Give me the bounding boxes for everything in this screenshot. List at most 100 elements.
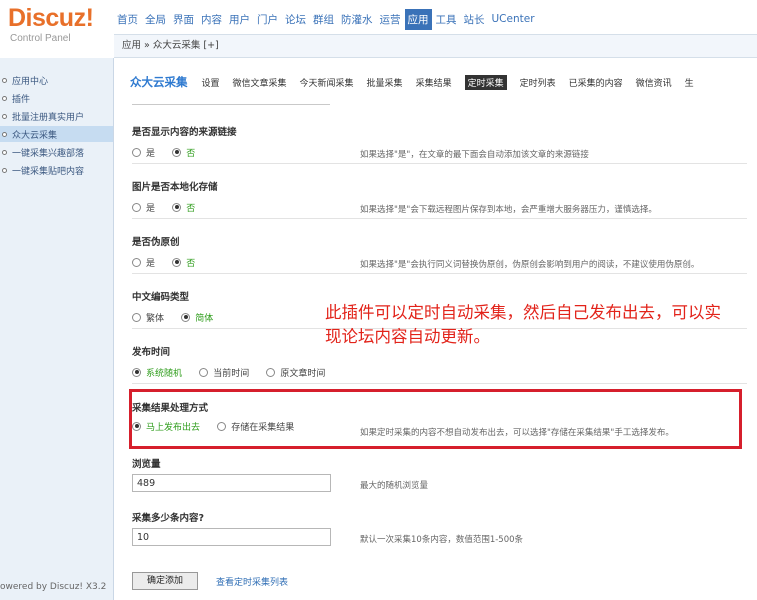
nav-operations[interactable]: 运营 [377,9,404,30]
bullet-icon [2,131,7,137]
encoding-title: 中文编码类型 [132,292,190,303]
nav-ucenter[interactable]: UCenter [489,10,538,28]
radio-label: 原文章时间 [280,368,326,379]
radio-icon [132,312,141,322]
divider [132,104,330,105]
bullet-icon [2,95,7,101]
nav-anti-spam[interactable]: 防灌水 [338,9,376,30]
publish-time-row: 系统随机 当前时间 原文章时间 [132,360,747,384]
nav-users[interactable]: 用户 [226,9,253,30]
breadcrumb: 应用 » 众大云采集 [+] [114,34,757,58]
sidebar-item-label: 批量注册真实用户 [12,112,85,123]
tab-batch-collect[interactable]: 批量采集 [367,76,403,89]
views-input[interactable]: 489 [132,474,331,492]
sidebar-item-label: 一键采集贴吧内容 [12,166,85,177]
radio-label: 当前时间 [213,368,250,379]
view-scheduled-list-link[interactable]: 查看定时采集列表 [216,575,288,588]
count-hint: 默认一次采集10条内容，数值范围1-500条 [360,535,524,545]
radio-checked-icon [132,367,141,377]
nav-portal[interactable]: 门户 [254,9,281,30]
radio-label: 否 [186,258,196,269]
radio-icon [132,257,141,267]
sidebar-item-label: 众大云采集 [12,130,58,141]
tab-zhongda-collect[interactable]: 众大云采集 [130,74,188,90]
sidebar-item-app-center[interactable]: 应用中心 [0,72,113,88]
nav-home[interactable]: 首页 [114,9,141,30]
nav-interface[interactable]: 界面 [170,9,197,30]
radio-original-time[interactable]: 原文章时间 [266,360,325,384]
radio-label: 繁体 [146,313,165,324]
radio-current-time[interactable]: 当前时间 [199,360,249,384]
radio-random-time[interactable]: 系统随机 [132,360,182,384]
bullet-icon [2,167,7,173]
nav-admin[interactable]: 站长 [461,9,488,30]
radio-source-link-no[interactable]: 否 [172,140,195,164]
logo: Discuz! Control Panel [0,0,114,56]
bullet-icon [2,77,7,83]
nav-apps[interactable]: 应用 [404,8,432,30]
sidebar-item-label: 插件 [12,94,31,105]
radio-label: 系统随机 [146,368,183,379]
sidebar-item-label: 应用中心 [12,76,49,87]
annotation-text: 此插件可以定时自动采集，然后自己发布出去，可以实现论坛内容自动更新。 [325,303,721,346]
count-input[interactable]: 10 [132,528,331,546]
sidebar-item-label: 一键采集兴趣部落 [12,148,85,159]
tab-collect-results[interactable]: 采集结果 [416,76,452,89]
radio-label: 否 [186,148,196,159]
tab-scheduled-collect[interactable]: 定时采集 [464,74,507,90]
tab-news-collect[interactable]: 今天新闻采集 [300,76,354,89]
sub-tabs: 众大云采集 设置 微信文章采集 今天新闻采集 批量采集 采集结果 定时采集 定时… [130,74,707,90]
sidebar-item-zhongda-collect[interactable]: 众大云采集 [0,126,113,142]
radio-icon [132,147,141,157]
sidebar-item-collect-tribe[interactable]: 一键采集兴趣部落 [0,144,113,160]
source-link-title: 是否显示内容的来源链接 [132,127,237,138]
radio-pseudo-no[interactable]: 否 [172,250,195,274]
radio-label: 是 [146,148,156,159]
radio-simplified[interactable]: 简体 [181,305,213,329]
sidebar-item-batch-register[interactable]: 批量注册真实用户 [0,108,113,124]
radio-label: 是 [146,203,156,214]
radio-pseudo-yes[interactable]: 是 [132,250,155,274]
radio-traditional[interactable]: 繁体 [132,305,164,329]
top-nav: 首页 全局 界面 内容 用户 门户 论坛 群组 防灌水 运营 应用 工具 站长 … [114,4,757,34]
main-content: 众大云采集 设置 微信文章采集 今天新闻采集 批量采集 采集结果 定时采集 定时… [114,58,757,600]
tab-wechat-news[interactable]: 微信资讯 [636,76,672,89]
radio-checked-icon [172,147,182,157]
radio-localize-no[interactable]: 否 [172,195,195,219]
radio-checked-icon [181,312,191,322]
highlight-box [129,389,742,449]
powered-by: owered by Discuz! X3.2 [0,582,107,592]
submit-button[interactable]: 确定添加 [132,572,198,590]
tab-collected-content[interactable]: 已采集的内容 [569,76,623,89]
brand-name: Discuz! [8,4,94,32]
count-title: 采集多少条内容? [132,513,205,524]
localize-images-hint: 如果选择"是"会下载远程图片保存到本地，会严重增大服务器压力，谨慎选择。 [360,205,657,215]
views-hint: 最大的随机浏览量 [360,481,429,491]
publish-time-title: 发布时间 [132,347,171,358]
sidebar-item-plugins[interactable]: 插件 [0,90,113,106]
nav-tools[interactable]: 工具 [433,9,460,30]
views-title: 浏览量 [132,459,161,470]
tab-scheduled-list[interactable]: 定时列表 [520,76,556,89]
localize-images-title: 图片是否本地化存储 [132,182,218,193]
nav-global[interactable]: 全局 [142,9,169,30]
radio-checked-icon [172,202,182,212]
radio-label: 简体 [195,313,214,324]
bullet-icon [2,113,7,119]
tab-wechat-collect[interactable]: 微信文章采集 [233,76,287,89]
nav-forum[interactable]: 论坛 [282,9,309,30]
tab-more[interactable]: 生 [685,76,694,89]
nav-content[interactable]: 内容 [198,9,225,30]
radio-icon [266,367,276,377]
source-link-hint: 如果选择"是"，在文章的最下面会自动添加该文章的来源链接 [360,150,589,160]
bullet-icon [2,149,7,155]
radio-checked-icon [172,257,182,267]
sidebar-item-collect-tieba[interactable]: 一键采集贴吧内容 [0,162,113,178]
nav-groups[interactable]: 群组 [310,9,337,30]
radio-localize-yes[interactable]: 是 [132,195,155,219]
radio-icon [132,202,141,212]
brand-subtitle: Control Panel [10,33,71,44]
radio-icon [199,367,209,377]
radio-source-link-yes[interactable]: 是 [132,140,155,164]
tab-settings[interactable]: 设置 [202,76,220,89]
